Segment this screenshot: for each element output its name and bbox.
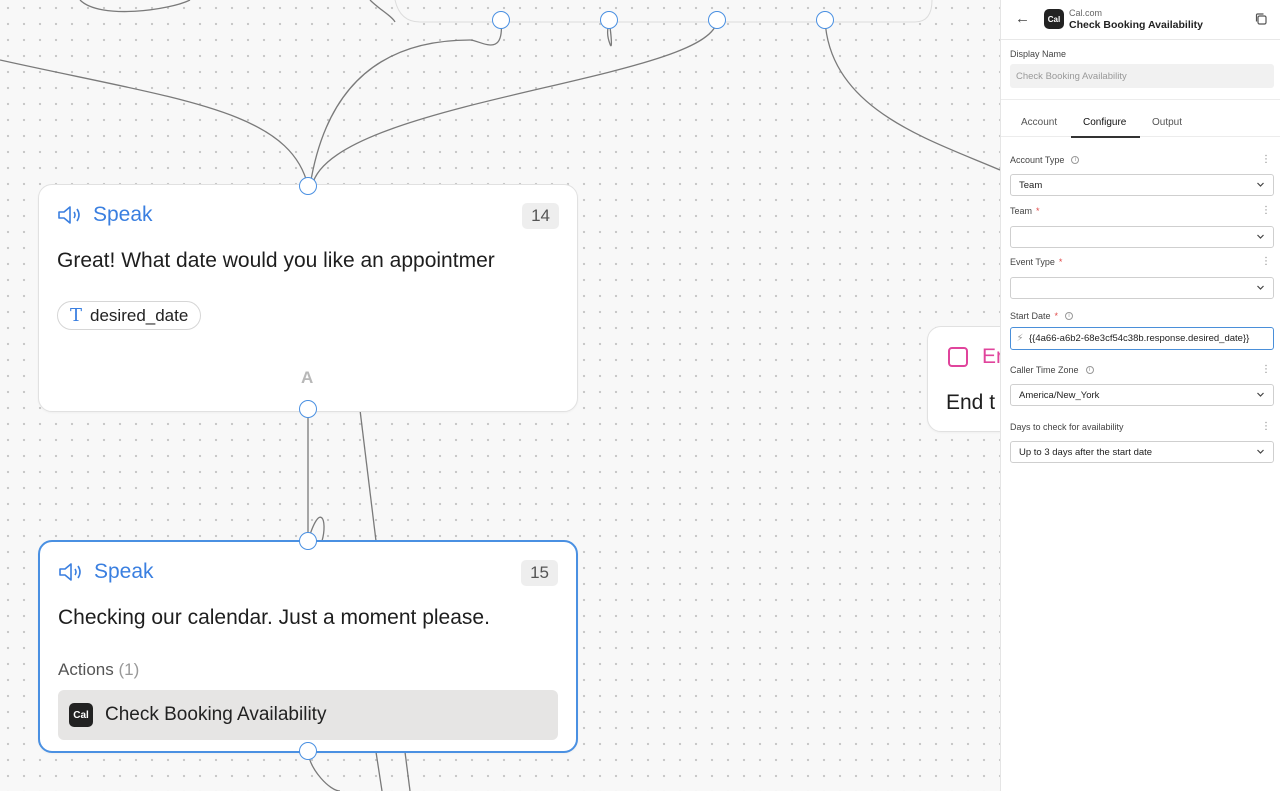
node-header: Speak	[57, 203, 153, 227]
node-number-badge: 15	[521, 560, 558, 586]
required-marker: *	[1054, 311, 1059, 321]
display-name-label: Display Name	[1010, 49, 1067, 59]
variable-icon: ⚡	[1016, 333, 1024, 344]
output-port[interactable]	[299, 400, 317, 418]
node-prompt-text: Great! What date would you like an appoi…	[57, 249, 495, 272]
output-port[interactable]	[816, 11, 834, 29]
end-node[interactable]: En End t	[927, 326, 1000, 432]
select-value: America/New_York	[1019, 389, 1100, 401]
more-options-icon[interactable]: ⋮	[1261, 365, 1271, 375]
node-header: Speak	[58, 560, 154, 584]
field-label-text: Team	[1010, 206, 1033, 216]
start-date-input[interactable]: ⚡ {{4a66-a6b2-68e3cf54c38b.response.desi…	[1010, 327, 1274, 350]
copy-icon[interactable]	[1254, 12, 1268, 26]
tab-configure[interactable]: Configure	[1083, 117, 1126, 128]
cal-logo-icon: Cal	[1044, 9, 1064, 29]
tab-bar: Account Configure Output	[1001, 99, 1280, 138]
event-type-label: Event Type *	[1010, 257, 1062, 267]
start-date-label: Start Date * i	[1010, 311, 1074, 321]
edge	[79, 0, 191, 13]
speaker-icon	[58, 206, 80, 224]
chevron-down-icon	[1257, 182, 1264, 187]
node-prompt-text: End t	[946, 391, 996, 414]
field-label-text: Account Type	[1010, 155, 1065, 165]
action-label: Check Booking Availability	[105, 704, 327, 725]
select-value: Team	[1019, 179, 1043, 191]
speaker-icon	[59, 563, 81, 581]
branch-label: A	[301, 368, 314, 387]
start-date-value: {{4a66-a6b2-68e3cf54c38b.response.desire…	[1029, 333, 1250, 344]
more-options-icon[interactable]: ⋮	[1261, 155, 1271, 165]
chevron-down-icon	[1257, 285, 1264, 290]
account-type-label: Account Type i	[1010, 155, 1080, 165]
back-arrow-icon[interactable]: ←	[1015, 11, 1031, 27]
speak-node-14[interactable]: Speak 14 Great! What date would you like…	[38, 184, 578, 412]
edge	[309, 19, 503, 187]
display-name-input[interactable]: Check Booking Availability	[1010, 64, 1274, 88]
edge	[824, 19, 1000, 171]
output-port[interactable]	[708, 11, 726, 29]
actions-count: (1)	[118, 660, 140, 679]
field-label-text: Event Type	[1010, 257, 1055, 267]
node-settings-panel: ← Cal Cal.com Check Booking Availability…	[1000, 0, 1280, 791]
chevron-down-icon	[1257, 392, 1264, 397]
edge	[375, 751, 383, 791]
variable-chip[interactable]: T desired_date	[57, 301, 202, 330]
actions-label-text: Actions	[58, 660, 114, 679]
caller-time-zone-label: Caller Time Zone i	[1010, 365, 1094, 375]
cal-logo-icon: Cal	[69, 703, 93, 727]
edge	[369, 0, 396, 23]
more-options-icon[interactable]: ⋮	[1261, 257, 1271, 267]
text-variable-icon: T	[70, 305, 83, 326]
end-call-icon	[948, 347, 968, 367]
edge	[394, 0, 933, 23]
node-number-badge: 14	[522, 203, 559, 229]
chevron-down-icon	[1257, 449, 1264, 454]
flow-canvas[interactable]: Speak 14 Great! What date would you like…	[0, 0, 1000, 791]
more-options-icon[interactable]: ⋮	[1261, 206, 1271, 216]
panel-header: ← Cal Cal.com Check Booking Availability	[1001, 0, 1280, 40]
required-marker: *	[1036, 206, 1040, 216]
node-prompt-text: Checking our calendar. Just a moment ple…	[58, 606, 490, 629]
tab-output[interactable]: Output	[1152, 117, 1182, 128]
team-label: Team *	[1010, 206, 1040, 216]
node-title: Speak	[93, 203, 153, 226]
info-icon[interactable]: i	[1065, 312, 1074, 320]
chevron-down-icon	[1257, 234, 1264, 239]
tab-account[interactable]: Account	[1021, 117, 1057, 128]
info-icon[interactable]: i	[1071, 156, 1080, 164]
output-port[interactable]	[492, 11, 510, 29]
output-port[interactable]	[299, 742, 317, 760]
speak-node-15[interactable]: Speak 15 Checking our calendar. Just a m…	[38, 540, 578, 753]
action-title: Check Booking Availability	[1069, 19, 1204, 31]
days-to-check-select[interactable]: Up to 3 days after the start date	[1010, 441, 1274, 463]
edge	[0, 59, 309, 187]
edge	[404, 751, 411, 791]
edge	[359, 409, 377, 542]
field-label-text: Start Date	[1010, 311, 1051, 321]
required-marker: *	[1058, 257, 1063, 267]
team-select[interactable]	[1010, 226, 1274, 248]
node-title: En	[982, 345, 1000, 368]
input-port[interactable]	[299, 177, 317, 195]
action-item[interactable]: Cal Check Booking Availability	[58, 690, 558, 740]
variable-name: desired_date	[90, 305, 189, 325]
integration-name: Cal.com	[1069, 8, 1103, 18]
select-value: Up to 3 days after the start date	[1019, 446, 1153, 458]
info-icon[interactable]: i	[1085, 366, 1094, 374]
actions-label: Actions (1)	[58, 660, 139, 680]
edge	[311, 19, 718, 187]
event-type-select[interactable]	[1010, 277, 1274, 299]
node-title: Speak	[94, 560, 154, 583]
days-to-check-label: Days to check for availability	[1010, 422, 1124, 432]
more-options-icon[interactable]: ⋮	[1261, 422, 1271, 432]
caller-time-zone-select[interactable]: America/New_York	[1010, 384, 1274, 406]
input-port[interactable]	[299, 532, 317, 550]
field-label-text: Days to check for availability	[1010, 422, 1124, 432]
field-label-text: Caller Time Zone	[1010, 365, 1079, 375]
output-port[interactable]	[600, 11, 618, 29]
active-tab-indicator	[1071, 136, 1140, 138]
account-type-select[interactable]: Team	[1010, 174, 1274, 196]
